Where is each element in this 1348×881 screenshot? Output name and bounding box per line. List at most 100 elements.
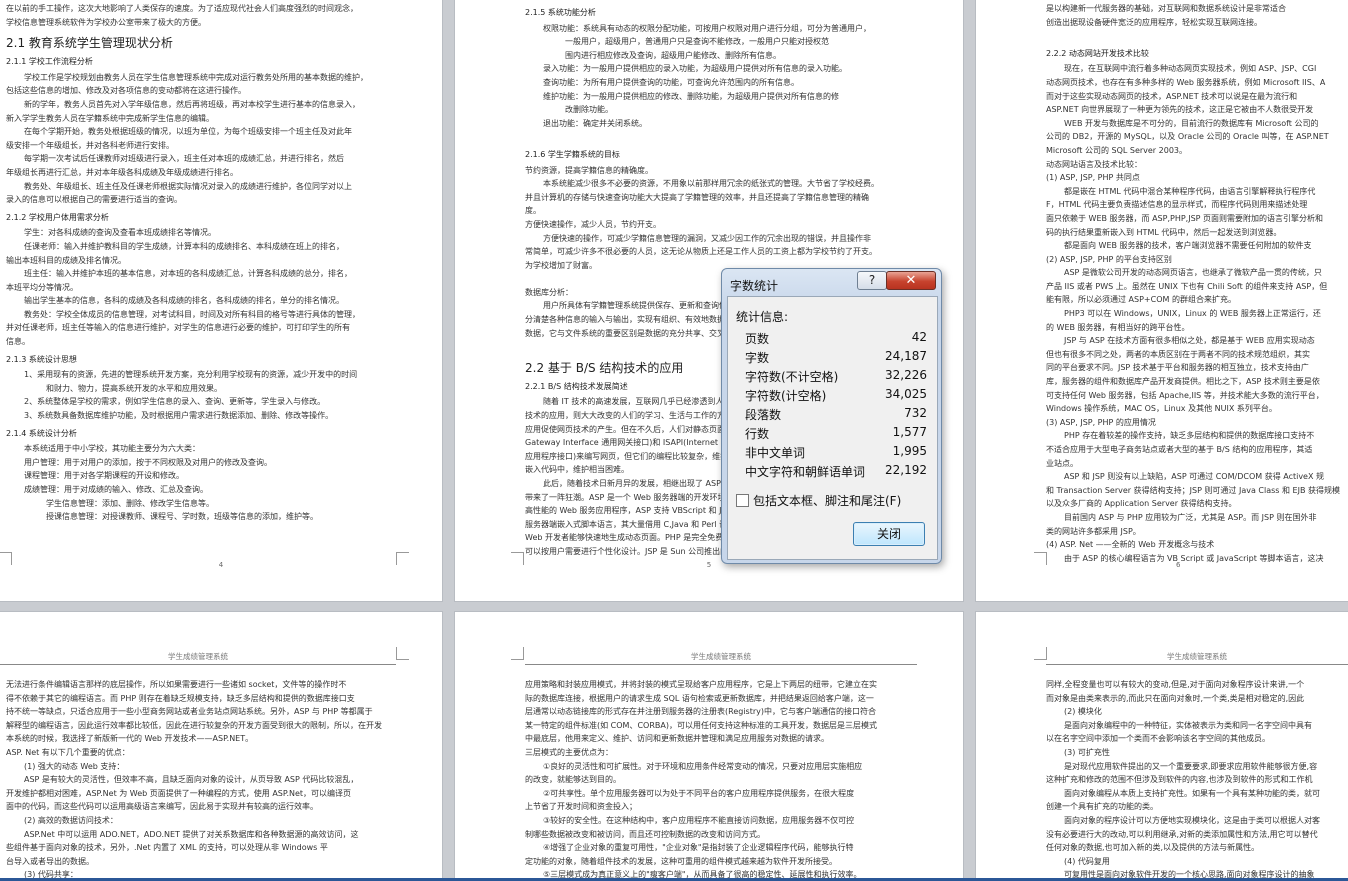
- text-line: 公司的 DB2，开源的 MySQL，以及 Oracle 公司的 Oracle 叫…: [1046, 132, 1329, 142]
- text-line: 都是面向 WEB 服务器的技术，客户端浏览器不需要任何附加的软件支: [1064, 241, 1312, 251]
- text-line: 层通常以动态链接库的形式存在并注册到服务器的注册表(Registry)中，它与客…: [525, 707, 876, 717]
- stat-label: 段落数: [745, 408, 782, 422]
- text-line: 应用策略和封装应用模式，并将封装的模式呈现给客户应用程序，它是上下两层的纽带，它…: [525, 680, 877, 689]
- text-line: [525, 130, 955, 144]
- text-line: 权限功能：系统具有动态的权限分配功能，可按用户权限对用户进行分组，可分为普通用户…: [543, 23, 871, 33]
- text-line: 新入学学生教务人员在学籍系统中完成新学生信息的编辑。: [6, 113, 214, 123]
- text-line: 动态网页技术，也存在有多种多样的 Web 服务器系统，例如 Microsoft …: [1046, 77, 1326, 87]
- text-line: 以在名字空间中添加一个类而不会影响该名字空间的其他成员。: [1046, 734, 1270, 744]
- text-line: 学校工作是学校规划由教务人员在学生信息管理系统中完成对运行教务处所用的基本数据的…: [24, 72, 368, 82]
- text-line: ④增强了企业对象的重复可用性，"企业对象"是指封装了企业逻辑程序代码，能够执行特: [543, 843, 854, 853]
- stat-value: 32,226: [885, 368, 927, 382]
- text-line: 用户管理：用于对用户的添加，按于不同权限及对用户的修改及查询。: [24, 457, 272, 467]
- text-line: 课程管理：用于对各学期课程的开设和修改。: [24, 471, 184, 481]
- text-line: 围内进行相应修改及查询，超级用户能修改、删除所有信息。: [565, 50, 781, 60]
- stat-label: 行数: [745, 427, 770, 441]
- text-line: 能有限，所以必须通过 ASP+COM 的群组合来扩充。: [1046, 295, 1236, 305]
- stat-row-paragraphs: 段落数 732: [745, 406, 927, 425]
- text-line: 定功能的对象，随着组件技术的发展，这种可重用的组件模式越来越为软件开发所接受。: [525, 856, 837, 866]
- text-line: ASP. Net 有以下几个重要的优点：: [6, 747, 130, 757]
- text-line: 成绩管理：用于对成绩的输入、修改、汇总及查询。: [24, 485, 208, 494]
- text-line: 并且计算机的存储与快速查询功能大大提高了学籍管理的效率，并且还提高了学籍信息管理…: [525, 192, 869, 202]
- text-line: 由于 ASP 的核心编程语言为 VB Script 或 JavaScript 等…: [1064, 553, 1324, 563]
- text-line: 班主任：输入并维护本班的基本信息，对本班的各科成绩汇总，计算各科成绩的总分，排名…: [24, 269, 352, 279]
- text-line: 创建一个具有扩充的功能的类。: [1046, 802, 1158, 812]
- text-line: 录入功能：为一般用户提供相应的录入功能，为超级用户提供对所有信息的录入功能。: [543, 64, 847, 74]
- help-icon[interactable]: ?: [857, 271, 887, 290]
- text-line: 一般用户，超级用户，普通用户只是查询不能修改，一般用户只能对授权范: [565, 37, 829, 47]
- text-line: 常简单，可减少许多不很必要的人员，这无论从物质上还是工作人员的工资上都为学校节约…: [525, 247, 877, 257]
- stat-row-non-chinese-words: 非中文单词 1,995: [745, 444, 927, 463]
- text-line: (2) 高效的数据访问技术：: [24, 815, 118, 825]
- text-line: 制哪些数据被改变和被访问，而且还可控制数据的改变和访问方式。: [525, 829, 765, 839]
- stat-label: 非中文单词: [745, 446, 806, 460]
- text-line: 包括这些信息的增加、修改及对各项信息的变动都将在这进行操作。: [6, 86, 246, 96]
- crop-mark: [511, 552, 524, 565]
- include-textboxes-checkbox[interactable]: 包括文本框、脚注和尾注(F): [736, 492, 901, 509]
- text-line: PHP 存在着较差的操作支持，缺乏多层结构和提供的数据库接口支持不: [1064, 431, 1315, 441]
- document-page-6: 是以构建新一代服务器的基础，对互联网和数据系统设计是非常适合 创造出据现设备硬件宽…: [976, 0, 1348, 601]
- subsection-heading: 2.1.2 学校用户体用需求分析: [6, 212, 109, 222]
- text-line: 学校信息管理系统软件为学校办公室带来了极大的方便。: [6, 17, 206, 27]
- stat-row-words: 字数 24,187: [745, 349, 927, 368]
- text-line: 是对现代应用软件提出的又一个重要要求,即要求应用软件能够很方便,容: [1064, 761, 1318, 771]
- subsection-heading: 2.1.1 学校工作流程分析: [6, 57, 93, 67]
- text-line: 级安排一个年级组长，并对各科老师进行安排。: [6, 140, 174, 150]
- checkbox-label: 包括文本框、脚注和尾注(F): [753, 494, 902, 508]
- close-button[interactable]: 关闭: [853, 522, 925, 546]
- text-line: 无法进行条件编辑语言那样的底层操作，所以如果需要进行一些诸如 socket，文件…: [6, 680, 347, 689]
- page-header: 学生成绩管理系统: [0, 650, 396, 665]
- text-line: 本班平均分等情况。: [6, 282, 78, 292]
- text-line: 在以前的手工操作，这次大地影响了人类保存的速度。为了适应现代社会人们高度强烈的时…: [6, 4, 358, 13]
- text-line: ASP.NET 向世界展现了一种更为领先的技术，这正是它被由不人数很受开发: [1046, 105, 1314, 115]
- close-icon[interactable]: ✕: [886, 271, 936, 290]
- stat-value: 1,577: [892, 425, 927, 439]
- text-line: 是面向对象编程中的一种特征，实体被表示为类和同一名字空间中具有: [1064, 720, 1312, 730]
- crop-mark: [396, 552, 409, 565]
- stat-label: 页数: [745, 332, 770, 346]
- text-line: ②可共享性。单个应用服务器可以为处于不同平台的客户应用程序提供服务，在很大程度: [543, 788, 855, 798]
- page-content: 应用策略和封装应用模式，并将封装的模式呈现给客户应用程序，它是上下两层的纽带，它…: [525, 678, 917, 881]
- text-line: 和财力、物力，提高系统开发的水平和应用效果。: [46, 383, 222, 393]
- stat-value: 42: [911, 330, 927, 344]
- subsection-heading: 2.1.4 系统设计分析: [6, 428, 77, 438]
- text-line: 信息。: [6, 337, 30, 347]
- subsection-heading: 2.1.6 学生学籍系统的目标: [525, 149, 620, 159]
- text-line: 学生：对各科成绩的查询及查看本班成绩排名等情况。: [24, 228, 216, 238]
- document-page-4: 在以前的手工操作，这次大地影响了人类保存的速度。为了适应现代社会人们高度强烈的时…: [0, 0, 442, 601]
- text-line: 年级组长再进行汇总，并对本年级各科成绩及年级成绩进行排名。: [6, 167, 238, 177]
- text-line: 业站点。: [1046, 458, 1078, 468]
- stat-value: 34,025: [885, 387, 927, 401]
- stat-row-chars-no-spaces: 字符数(不计空格) 32,226: [745, 368, 927, 387]
- crop-mark: [0, 552, 12, 565]
- dialog-title: 字数统计: [730, 279, 779, 293]
- crop-mark: [1034, 552, 1047, 565]
- text-line: [1046, 29, 1348, 43]
- text-line: 查询功能：为所有用户提供查询的功能，可查询允许范围内的所有信息。: [543, 77, 799, 87]
- text-line: 维护功能：为一般用户提供相应的修改、删除功能，为超级用户提供对所有信息的修: [543, 91, 839, 101]
- text-line: 和 Transaction Server 获得结构支持；JSP 则可通过 Jav…: [1046, 485, 1340, 495]
- text-line: 2、系统整体是学校的需求，例如学生信息的录入、查询、更新等，学生录入与修改。: [24, 397, 326, 407]
- text-line: 库，服务器的组件和数据库产品开发商提供。相比之下，ASP 技术则主要是依: [1046, 377, 1320, 387]
- text-line: 面中的代码，而这些代码可以运用高级语言来编写，因此易于实现并有较高的运行效率。: [6, 802, 318, 812]
- stat-label: 中文字符和朝鲜语单词: [745, 465, 866, 479]
- stat-row-lines: 行数 1,577: [745, 425, 927, 444]
- text-line: (3) ASP, JSP, PHP 的应用情况: [1046, 417, 1156, 427]
- page-content: 是以构建新一代服务器的基础，对互联网和数据系统设计是非常适合 创造出据现设备硬件宽…: [1046, 2, 1348, 565]
- text-line: 些组件基于面向对象的技术，另外，.Net 内置了 XML 的支持，可以处理从非 …: [6, 843, 328, 853]
- crop-mark: [511, 647, 524, 660]
- text-line: 输出本班科目的成绩及排名情况。: [6, 255, 126, 265]
- text-line: (4) ASP. Net ——全新的 Web 开发概念与技术: [1046, 540, 1215, 550]
- checkbox-box[interactable]: [736, 494, 749, 507]
- text-line: 并对任课老师，班主任等输入的信息进行维护，对学生的信息进行必要的维护，可打印学生…: [6, 323, 350, 333]
- text-line: 每学期一次考试后任课教师对班级进行录入，班主任对本班的成绩汇总，并进行排名，然后: [24, 154, 344, 164]
- text-line: ASP.Net 中可以运用 ADO.NET，ADO.NET 提供了对关系数据库和…: [24, 829, 359, 839]
- text-line: 类的网站许多都采用 JSP。: [1046, 526, 1141, 536]
- text-line: 输出学生基本的信息，各科的成绩及各科成绩的排名，各科成绩的排名，单分的排名情况。: [24, 296, 344, 306]
- text-line: 不适合应用于大型电子商务站点或者大型的基于 B/S 结构的应用程序，其适: [1046, 445, 1313, 454]
- text-line: 码的执行结果重新嵌入到 HTML 代码中，然后一起发送到浏览器。: [1046, 227, 1282, 237]
- text-line: 新的学年，教务人员首先对入学年级信息，然后再将班级，再对本校学生进行基本的信息录…: [24, 99, 360, 109]
- text-line: 面只依赖于 WEB 服务器，而 ASP,PHP,JSP 页面则需要附加的语言引擎…: [1046, 213, 1324, 223]
- text-line: PHP3 可以在 Windows，UNIX，Linux 的 WEB 服务器上正常…: [1064, 309, 1321, 319]
- text-line: 但也有很多不同之处，两者的本质区别在于两者不同的技术规范组织，其实: [1046, 349, 1310, 359]
